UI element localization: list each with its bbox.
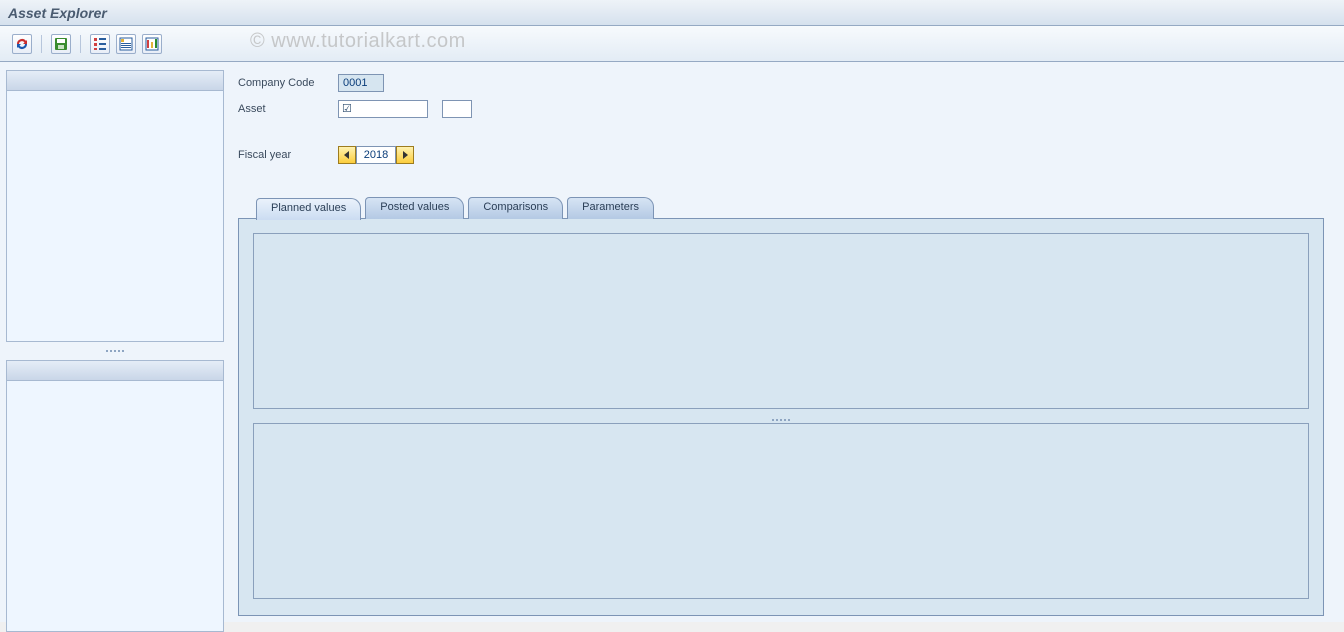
refresh-button[interactable]	[12, 34, 32, 54]
page-title: Asset Explorer	[8, 5, 107, 21]
tab-planned-values[interactable]: Planned values	[256, 198, 361, 220]
chevron-right-icon	[401, 151, 409, 159]
save-button[interactable]	[51, 34, 71, 54]
values-panel-bottom	[253, 423, 1309, 599]
separator	[41, 35, 42, 53]
tab-comparisons[interactable]: Comparisons	[468, 197, 563, 219]
tab-content	[238, 218, 1324, 616]
fiscal-year-row: Fiscal year	[238, 144, 1324, 166]
content: Company Code Asset ☑ Fiscal year	[230, 62, 1344, 622]
sidebar-panel-body	[7, 91, 223, 341]
sidebar-panel-body	[7, 381, 223, 631]
watermark: © www.tutorialkart.com	[250, 30, 466, 53]
sidebar	[0, 62, 230, 622]
company-code-row: Company Code	[238, 72, 1324, 94]
chevron-left-icon	[343, 151, 351, 159]
plan-button[interactable]	[116, 34, 136, 54]
toolbar: © www.tutorialkart.com	[0, 26, 1344, 62]
title-bar: Asset Explorer	[0, 0, 1344, 26]
year-prev-button[interactable]	[338, 146, 356, 164]
asset-row: Asset ☑	[238, 98, 1324, 120]
fiscal-year-input[interactable]	[356, 146, 396, 164]
company-code-label: Company Code	[238, 77, 338, 89]
separator	[80, 35, 81, 53]
fiscal-year-label: Fiscal year	[238, 149, 338, 161]
sidebar-panel-bottom	[6, 360, 224, 632]
posted-button[interactable]	[142, 34, 162, 54]
asset-label: Asset	[238, 103, 338, 115]
asset-sub-input[interactable]	[442, 100, 472, 118]
save-icon	[54, 37, 68, 51]
asset-input[interactable]	[338, 100, 428, 118]
sidebar-panel-header[interactable]	[7, 71, 223, 91]
plan-icon	[119, 37, 133, 51]
posted-icon	[145, 37, 159, 51]
values-panel-top	[253, 233, 1309, 409]
tab-posted-values[interactable]: Posted values	[365, 197, 464, 219]
sidebar-panel-header[interactable]	[7, 361, 223, 381]
tab-parameters[interactable]: Parameters	[567, 197, 654, 219]
main-area: Company Code Asset ☑ Fiscal year	[0, 62, 1344, 622]
refresh-icon	[15, 37, 29, 51]
splitter-handle[interactable]	[6, 350, 224, 352]
company-code-input[interactable]	[338, 74, 384, 92]
sidebar-panel-top	[6, 70, 224, 342]
tab-strip: Planned values Posted values Comparisons…	[238, 196, 1324, 218]
schema-button[interactable]	[90, 34, 110, 54]
year-next-button[interactable]	[396, 146, 414, 164]
schema-icon	[93, 37, 107, 51]
year-nav	[338, 146, 414, 164]
